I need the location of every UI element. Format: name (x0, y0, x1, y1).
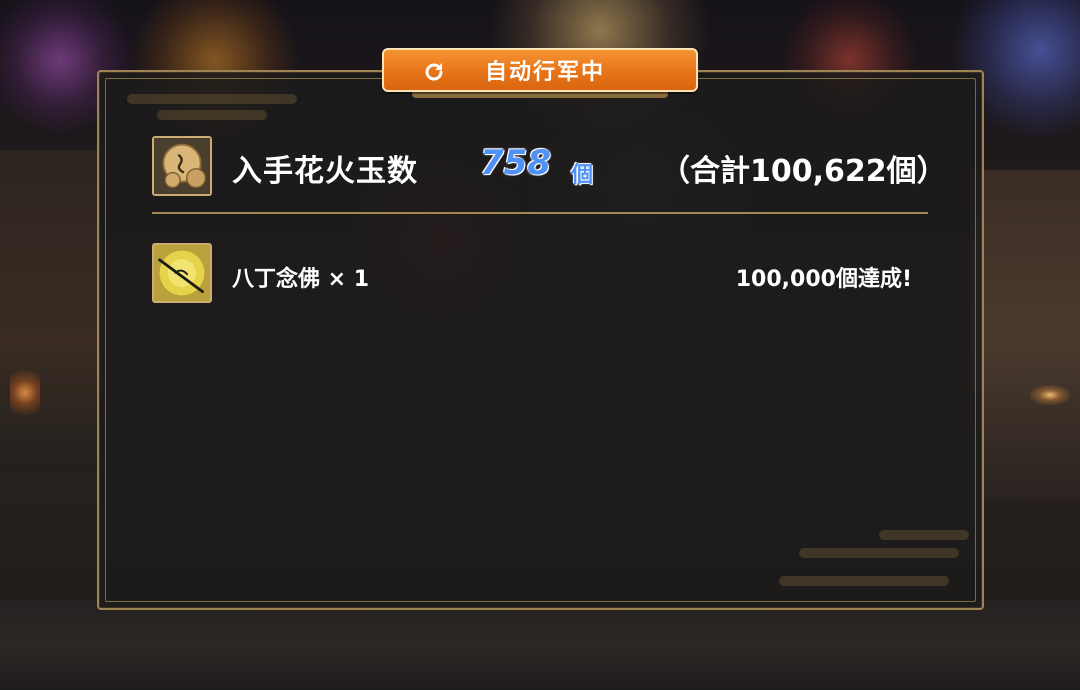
cloud-ornament-bottom-right (879, 530, 969, 540)
cloud-ornament-top-left-2 (157, 110, 267, 120)
reward-summary-total: （合計100,622個） (660, 154, 947, 189)
reward-summary-count: 758 (480, 143, 551, 183)
refresh-icon (422, 60, 446, 84)
status-banner-label: 自动行军中 (484, 60, 605, 85)
reward-summary-title: 入手花火玉数 (232, 154, 418, 189)
cloud-ornament-bottom-right-3 (779, 576, 949, 586)
firework-ball-icon (152, 136, 212, 196)
section-divider (152, 212, 928, 214)
cloud-ornament-top-left (127, 94, 297, 104)
reward-item-achievement: 100,000個達成! (735, 267, 912, 292)
reward-item-name: 八丁念佛 × 1 (232, 267, 370, 292)
background-building-left (0, 150, 100, 470)
cloud-ornament-bottom-right-2 (799, 548, 959, 558)
reward-summary-unit: 個 (571, 163, 594, 188)
auto-march-status-banner[interactable]: 自动行军中 (382, 48, 698, 92)
background-lantern-right (1030, 385, 1070, 405)
background-building-right (970, 170, 1080, 500)
background-lantern-left (10, 370, 40, 415)
background-ground (0, 600, 1080, 690)
sword-icon (152, 243, 212, 303)
